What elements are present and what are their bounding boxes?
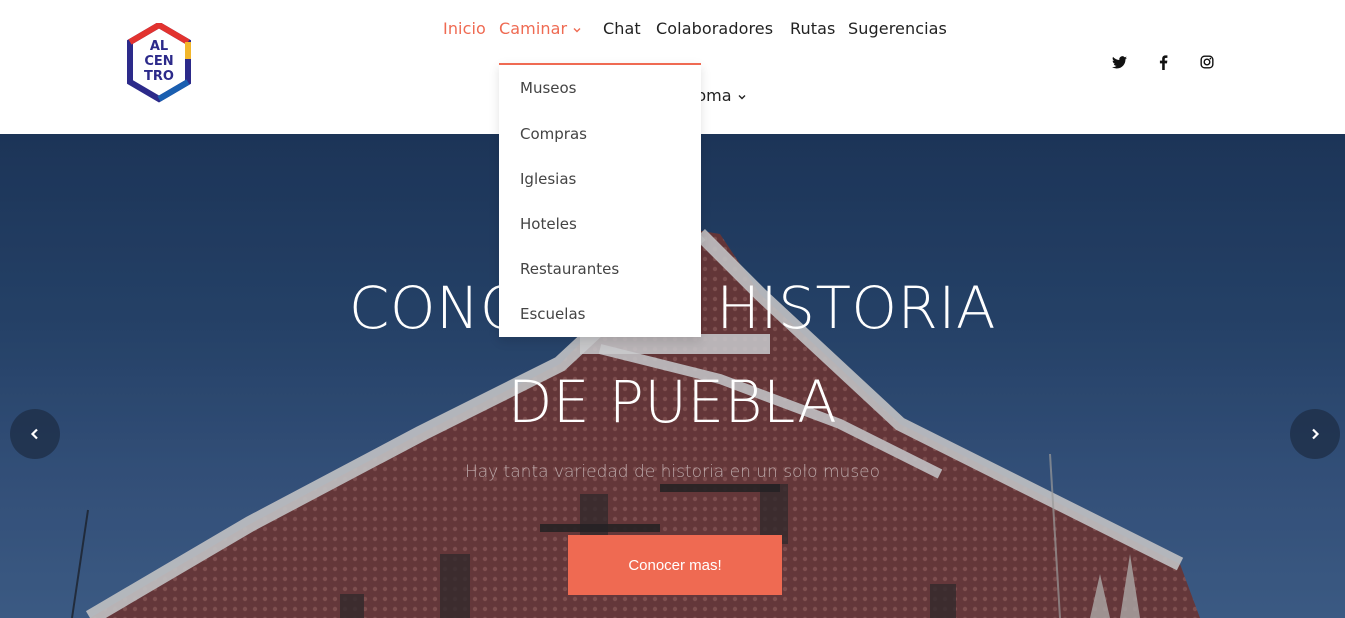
chevron-down-icon (738, 94, 745, 99)
dropdown-item-hoteles[interactable]: Hoteles (520, 215, 577, 233)
logo-line-3: TRO (144, 69, 174, 84)
facebook-icon[interactable] (1153, 52, 1173, 72)
alcentro-logo[interactable]: AL CEN TRO (126, 23, 192, 103)
nav-item-inicio[interactable]: Inicio (443, 19, 486, 38)
chevron-left-icon (30, 428, 38, 440)
chevron-down-icon (573, 27, 581, 32)
chevron-right-icon (1312, 428, 1320, 440)
dropdown-item-escuelas[interactable]: Escuelas (520, 305, 585, 323)
slider-next-button[interactable] (1290, 409, 1340, 459)
twitter-icon[interactable] (1109, 52, 1129, 72)
nav-item-sugerencias[interactable]: Sugerencias (848, 19, 947, 38)
logo-line-1: AL (150, 39, 168, 54)
hero-subtitle: Hay tanta variedad de historia en un sol… (464, 462, 881, 482)
hero-title-line-2: DE PUEBLA (507, 368, 838, 436)
caminar-dropdown-menu: Museos Compras Iglesias Hoteles Restaura… (499, 63, 701, 337)
instagram-icon[interactable] (1197, 52, 1217, 72)
nav-item-caminar[interactable]: Caminar (499, 19, 582, 38)
dropdown-item-restaurantes[interactable]: Restaurantes (520, 260, 619, 278)
nav-item-rutas[interactable]: Rutas (790, 19, 835, 38)
dropdown-item-compras[interactable]: Compras (520, 125, 587, 143)
nav-item-chat[interactable]: Chat (603, 19, 641, 38)
nav-item-caminar-label: Caminar (499, 19, 568, 38)
dropdown-item-museos[interactable]: Museos (520, 79, 576, 97)
slider-prev-button[interactable] (10, 409, 60, 459)
dropdown-item-iglesias[interactable]: Iglesias (520, 170, 576, 188)
logo-line-2: CEN (144, 54, 173, 69)
conocer-mas-button[interactable]: Conocer mas! (568, 535, 782, 595)
nav-item-colaboradores[interactable]: Colaboradores (656, 19, 773, 38)
